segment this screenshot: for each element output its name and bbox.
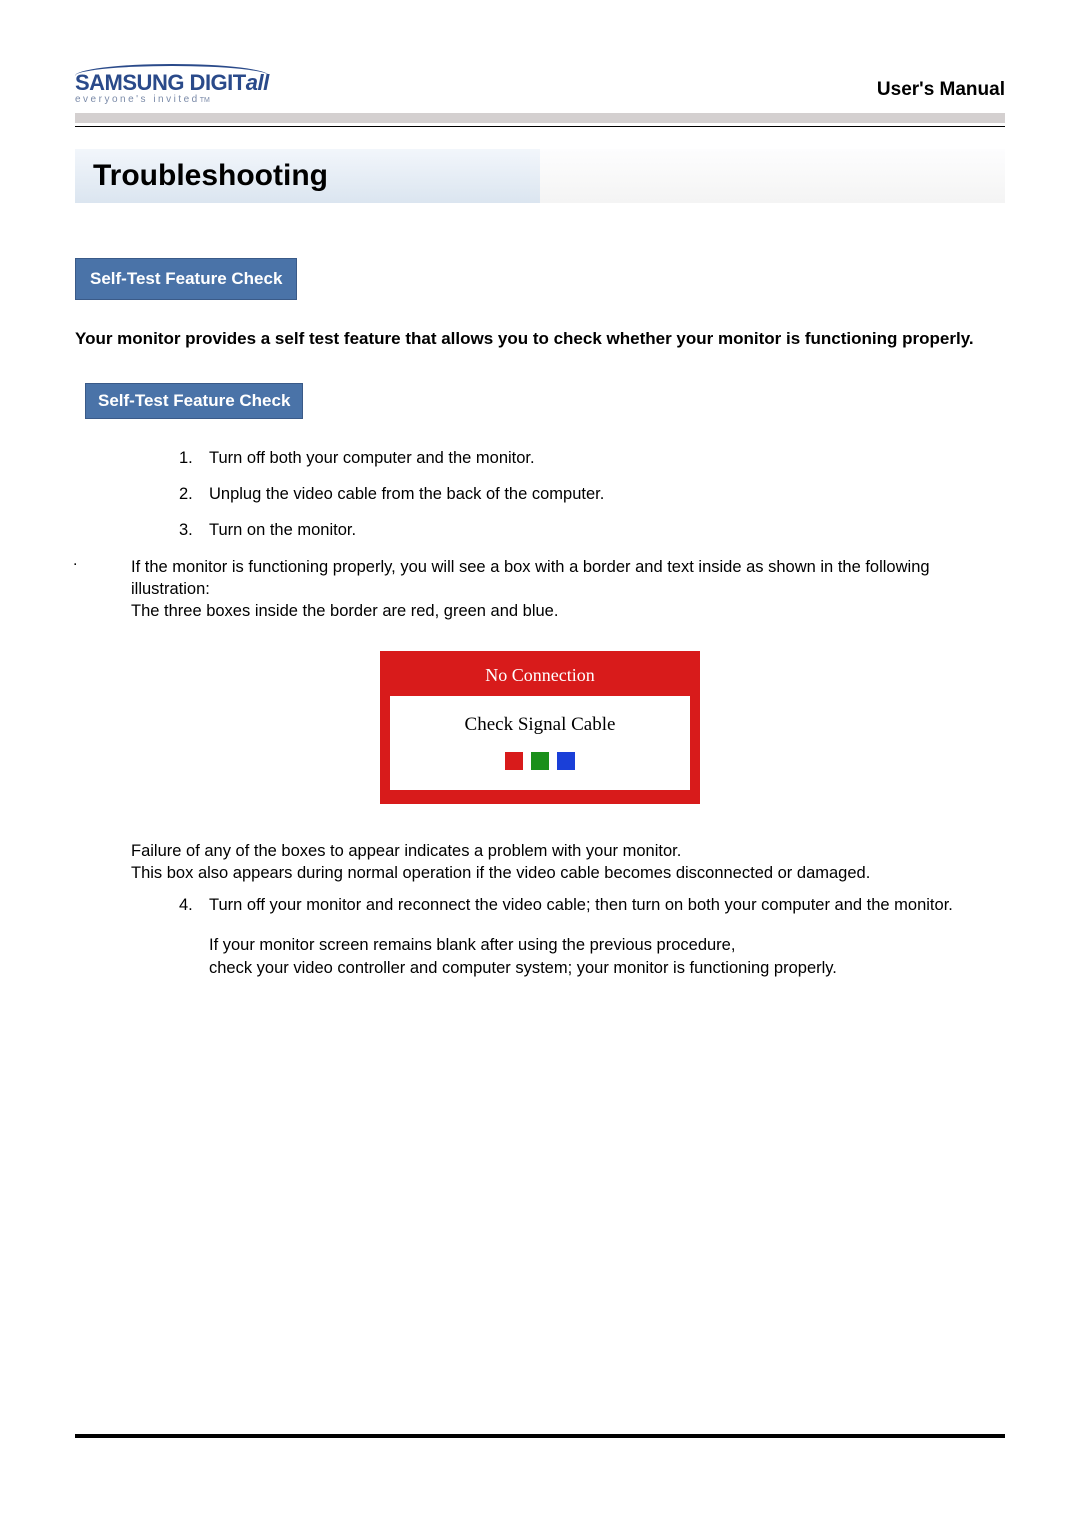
title-left: Troubleshooting [75,149,540,203]
post-ill-line-2: This box also appears during normal oper… [131,862,1005,884]
blue-box-icon [557,752,575,770]
step-text: Turn off your monitor and reconnect the … [209,894,1005,916]
illustration-header: No Connection [390,661,690,696]
list-item: 1. Turn off both your computer and the m… [131,447,1005,469]
manual-label: User's Manual [877,79,1005,101]
post-illustration-text: Failure of any of the boxes to appear in… [131,840,1005,885]
step-number: 3. [179,519,193,541]
step-explanation: If the monitor is functioning properly, … [131,556,1005,623]
green-box-icon [531,752,549,770]
section-heading: Self-Test Feature Check [75,258,297,300]
step-number: 4. [179,894,193,916]
illustration-body: Check Signal Cable [400,714,680,736]
list-item: 4. Turn off your monitor and reconnect t… [131,894,1005,916]
followup-line-1: If your monitor screen remains blank aft… [209,934,1005,956]
step-4-followup: If your monitor screen remains blank aft… [131,934,1005,979]
page-header: SAMSUNG DIGITall everyone's invitedTM Us… [75,70,1005,105]
post-ill-line-1: Failure of any of the boxes to appear in… [131,840,1005,862]
step-number: 2. [179,483,193,505]
dot-marker: . [73,552,77,570]
red-box-icon [505,752,523,770]
list-item: 3. Turn on the monitor. [131,519,1005,541]
brand-logo: SAMSUNG DIGITall everyone's invitedTM [75,70,269,105]
explain-line-1: If the monitor is functioning properly, … [131,556,1005,601]
page-title: Troubleshooting [93,159,522,193]
title-band: Troubleshooting [75,149,1005,203]
rgb-boxes [400,752,680,770]
illustration-inner: Check Signal Cable [390,696,690,790]
explain-line-2: The three boxes inside the border are re… [131,600,1005,622]
no-connection-illustration: No Connection Check Signal Cable [380,651,700,804]
steps-list: 1. Turn off both your computer and the m… [131,447,1005,542]
step-text: Unplug the video cable from the back of … [209,485,604,503]
step-text: Turn on the monitor. [209,521,356,539]
footer-rule [75,1434,1005,1438]
logo-text: SAMSUNG DIGITall [75,70,269,96]
step-4-block: 4. Turn off your monitor and reconnect t… [131,894,1005,979]
header-bar [75,113,1005,123]
logo-italic: all [246,70,269,95]
subsection-heading: Self-Test Feature Check [85,383,303,419]
logo-brand: SAMSUNG DIGIT [75,70,246,95]
list-item: 2. Unplug the video cable from the back … [131,483,1005,505]
title-right [540,149,1005,203]
step-number: 1. [179,447,193,469]
header-rule [75,126,1005,127]
followup-line-2: check your video controller and computer… [209,957,1005,979]
step-text: Turn off both your computer and the moni… [209,449,535,467]
intro-text: Your monitor provides a self test featur… [75,328,1005,351]
